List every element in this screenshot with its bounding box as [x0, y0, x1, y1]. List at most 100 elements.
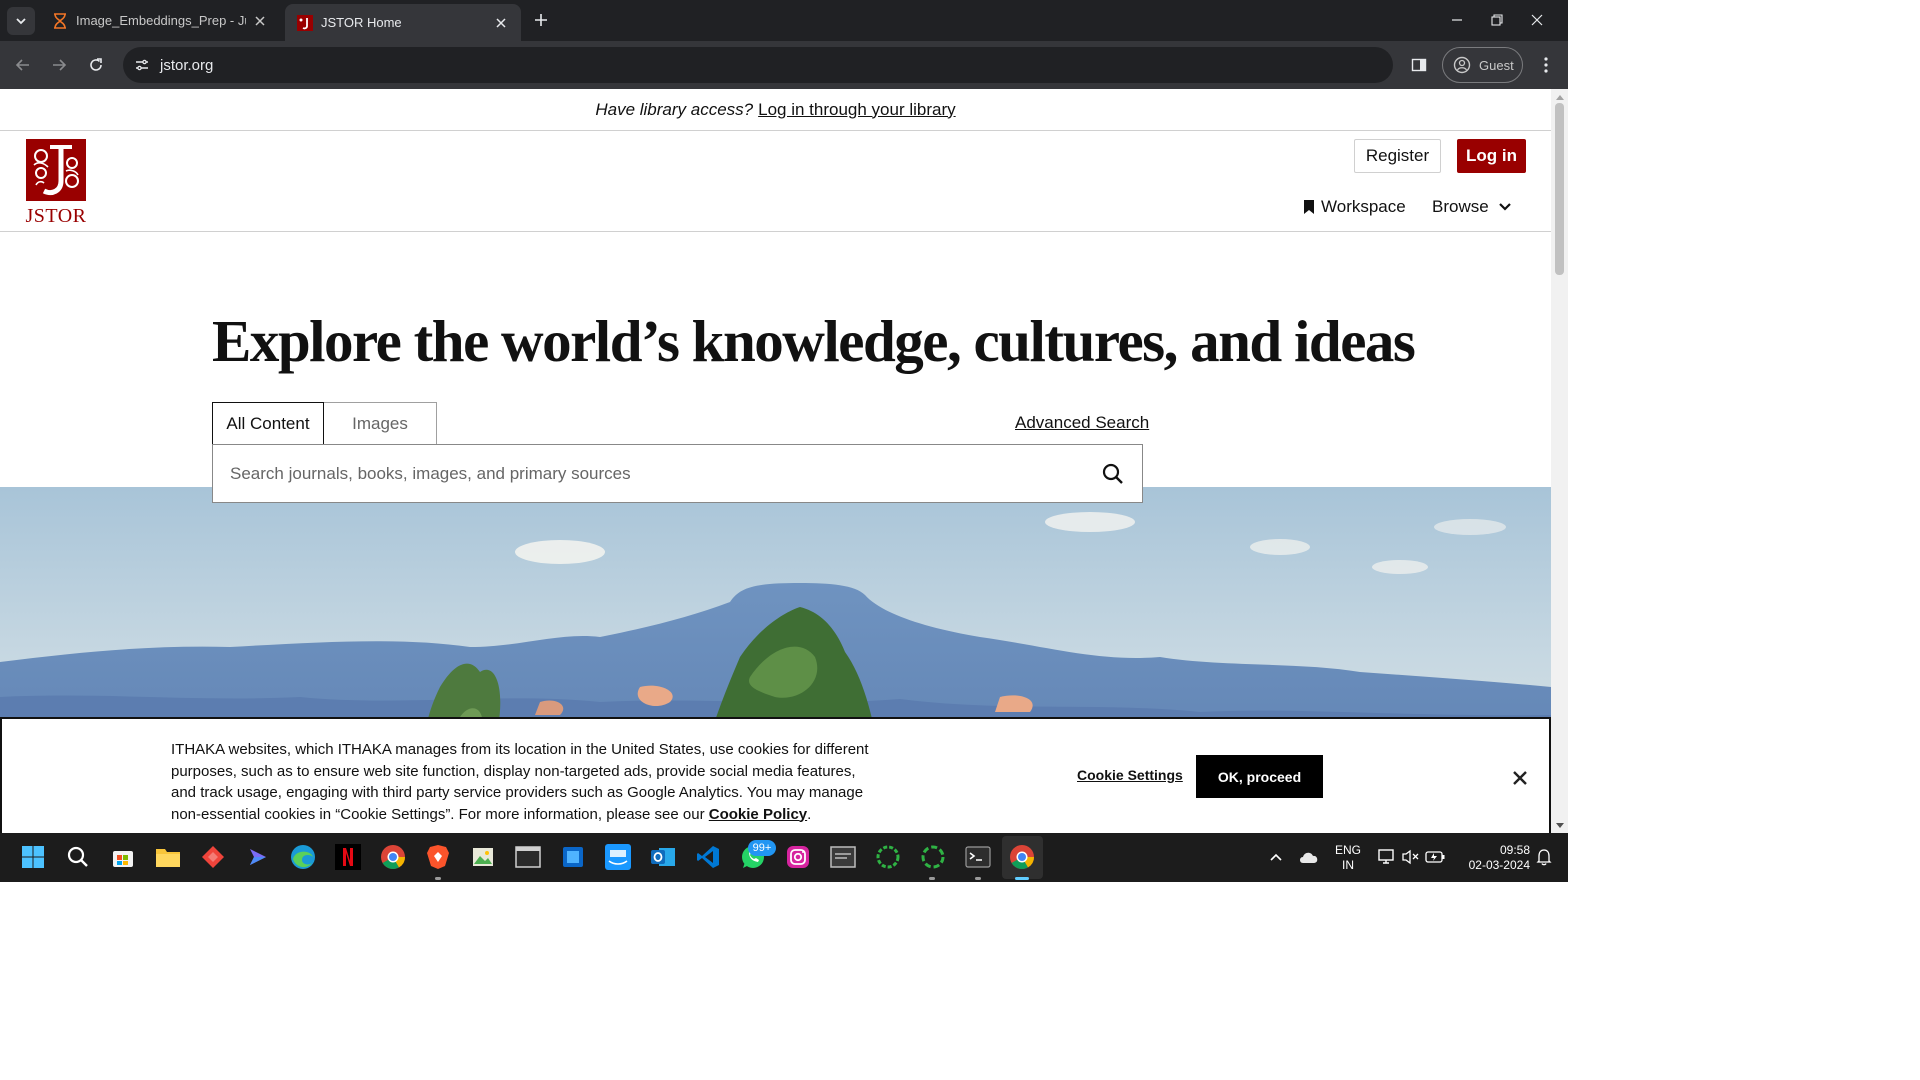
brave-icon[interactable]	[424, 843, 452, 871]
browse-menu[interactable]: Browse	[1432, 195, 1512, 219]
tab-images[interactable]: Images	[324, 402, 437, 445]
edge-browser-icon[interactable]	[289, 843, 317, 871]
copilot-icon[interactable]	[244, 843, 272, 871]
file-explorer-icon[interactable]	[154, 843, 182, 871]
chevron-down-icon	[1498, 203, 1511, 211]
instagram-icon[interactable]	[784, 843, 812, 871]
register-button[interactable]: Register	[1354, 139, 1441, 173]
minimize-icon	[1452, 19, 1462, 21]
loading-app-icon-2[interactable]	[919, 843, 947, 871]
search-box	[212, 444, 1143, 503]
forward-button[interactable]	[45, 51, 73, 79]
workspace-label: Workspace	[1321, 197, 1406, 216]
time: 09:58	[1499, 843, 1530, 857]
whatsapp-notification-badge: 99+	[748, 840, 776, 856]
close-window-button[interactable]	[1517, 6, 1557, 34]
cookie-settings-link[interactable]: Cookie Settings	[1077, 767, 1183, 783]
side-panel-icon	[1411, 58, 1427, 72]
jstor-logo[interactable]: JSTOR	[24, 139, 88, 227]
tab-jupyter[interactable]: Image_Embeddings_Prep - Jupyter	[40, 0, 280, 41]
notification-bell-icon[interactable]	[1530, 843, 1558, 871]
vscode-icon[interactable]	[694, 843, 722, 871]
restore-icon	[1491, 14, 1503, 26]
anydesk-icon[interactable]	[199, 843, 227, 871]
store-app-icon[interactable]	[109, 843, 137, 871]
running-indicator	[435, 877, 441, 880]
bookmark-icon	[1304, 200, 1314, 214]
clock[interactable]: 09:58 02-03-2024	[1454, 843, 1530, 873]
login-button[interactable]: Log in	[1457, 139, 1526, 173]
search-icon	[1102, 463, 1123, 484]
scroll-up-arrow[interactable]	[1555, 92, 1564, 101]
taskbar-search-icon[interactable]	[64, 843, 92, 871]
input-language[interactable]: ENG IN	[1330, 843, 1366, 873]
arrow-right-icon	[53, 59, 67, 71]
windows-app-icon[interactable]	[559, 843, 587, 871]
profile-icon	[1453, 56, 1471, 74]
profile-button[interactable]: Guest	[1442, 47, 1523, 83]
side-panel-button[interactable]	[1405, 51, 1433, 79]
site-header: JSTOR Register Log in Workspace Browse	[0, 131, 1551, 232]
terminal-icon[interactable]	[964, 843, 992, 871]
close-tab-icon[interactable]	[252, 13, 268, 29]
advanced-search-link[interactable]: Advanced Search	[1015, 413, 1149, 433]
netflix-icon[interactable]	[334, 843, 362, 871]
loading-app-icon[interactable]	[874, 843, 902, 871]
windows-start-icon[interactable]	[19, 843, 47, 871]
page-scrollbar[interactable]	[1551, 89, 1568, 833]
url-text: jstor.org	[160, 56, 214, 74]
address-bar[interactable]: jstor.org	[123, 47, 1393, 83]
library-access-question: Have library access?	[595, 99, 754, 119]
browser-menu-button[interactable]	[1532, 51, 1560, 79]
new-tab-button[interactable]	[530, 9, 552, 31]
running-indicator	[975, 877, 981, 880]
outlook-icon[interactable]	[649, 843, 677, 871]
scrollbar-thumb[interactable]	[1555, 103, 1564, 275]
workspace-link[interactable]: Workspace	[1303, 195, 1406, 219]
language-code: ENG	[1334, 843, 1361, 857]
cookie-consent-banner: ITHAKA websites, which ITHAKA manages fr…	[0, 717, 1551, 833]
search-input[interactable]	[213, 445, 1084, 502]
chevron-down-icon	[16, 18, 26, 25]
back-button[interactable]	[9, 51, 37, 79]
tab-jstor[interactable]: JSTOR Home	[285, 4, 521, 41]
close-tab-icon[interactable]	[493, 15, 509, 31]
library-login-link[interactable]: Log in through your library	[758, 100, 956, 120]
browser-toolbar: jstor.org Guest	[0, 41, 1568, 89]
hourglass-icon	[52, 12, 68, 29]
cookie-close-button[interactable]	[1508, 766, 1532, 790]
jstor-logo-mark	[26, 139, 86, 201]
jstor-wordmark: JSTOR	[25, 205, 87, 227]
site-info-icon[interactable]	[131, 54, 153, 76]
jstor-favicon	[297, 14, 313, 31]
scroll-down-arrow[interactable]	[1555, 821, 1564, 830]
prime-video-icon[interactable]	[604, 843, 632, 871]
cookie-message: ITHAKA websites, which ITHAKA manages fr…	[171, 739, 871, 825]
app-window-icon[interactable]	[829, 843, 857, 871]
chrome-icon[interactable]	[379, 843, 407, 871]
cookie-policy-link[interactable]: Cookie Policy	[709, 806, 807, 823]
arrow-left-icon	[15, 59, 29, 71]
search-submit-button[interactable]	[1084, 445, 1142, 502]
minimize-button[interactable]	[1437, 6, 1477, 34]
browser-tab-bar: Image_Embeddings_Prep - Jupyter JSTOR Ho…	[0, 0, 1568, 41]
restore-button[interactable]	[1477, 6, 1517, 34]
running-indicator	[929, 877, 935, 880]
terminal-window-icon[interactable]	[514, 843, 542, 871]
region-code: IN	[1342, 858, 1354, 872]
library-access-banner: Have library access? Log in through your…	[0, 89, 1551, 131]
tab-all-content[interactable]: All Content	[212, 402, 324, 445]
battery-icon[interactable]	[1421, 843, 1449, 871]
onedrive-icon[interactable]	[1295, 843, 1323, 871]
chevron-up-icon[interactable]	[1262, 843, 1290, 871]
chrome-active-icon[interactable]	[1008, 843, 1036, 871]
close-icon	[1531, 14, 1543, 26]
image-viewer-icon[interactable]	[469, 843, 497, 871]
tab-title: JSTOR Home	[321, 15, 402, 30]
page-viewport: Have library access? Log in through your…	[0, 89, 1551, 833]
ok-proceed-button[interactable]: OK, proceed	[1196, 755, 1323, 798]
tab-title: Image_Embeddings_Prep - Jupyter	[76, 13, 246, 28]
tab-search-button[interactable]	[7, 7, 35, 35]
reload-button[interactable]	[82, 51, 110, 79]
plus-icon	[535, 14, 547, 26]
